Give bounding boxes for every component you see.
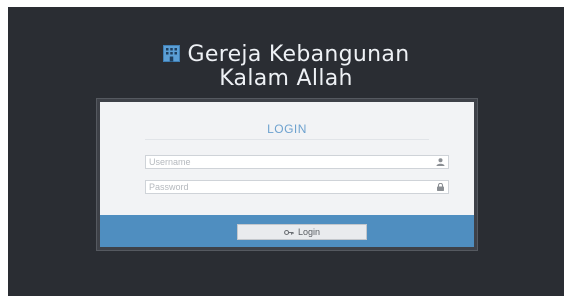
user-icon	[436, 158, 445, 166]
login-button[interactable]: Login	[237, 224, 367, 240]
password-field[interactable]	[145, 180, 449, 194]
login-title: LOGIN	[267, 122, 307, 136]
brand-line-1: Gereja Kebangunan	[8, 43, 564, 67]
lock-icon	[437, 183, 444, 191]
login-panel-body: LOGIN	[100, 102, 474, 215]
login-button-label: Login	[297, 227, 321, 237]
title-divider	[145, 139, 429, 140]
site-brand: Gereja Kebangunan Kalam Allah	[8, 43, 564, 91]
login-panel-footer: Login	[100, 215, 474, 247]
brand-title-line-2: Kalam Allah	[219, 66, 353, 91]
username-input[interactable]	[149, 156, 429, 168]
brand-title-line-1: Gereja Kebangunan	[187, 42, 410, 67]
key-icon	[284, 229, 294, 236]
username-field[interactable]	[145, 155, 449, 169]
login-screen: Gereja Kebangunan Kalam Allah LOGIN User…	[8, 7, 564, 296]
login-panel: LOGIN Lo	[96, 98, 478, 251]
password-input[interactable]	[149, 181, 429, 193]
building-icon	[162, 45, 180, 62]
